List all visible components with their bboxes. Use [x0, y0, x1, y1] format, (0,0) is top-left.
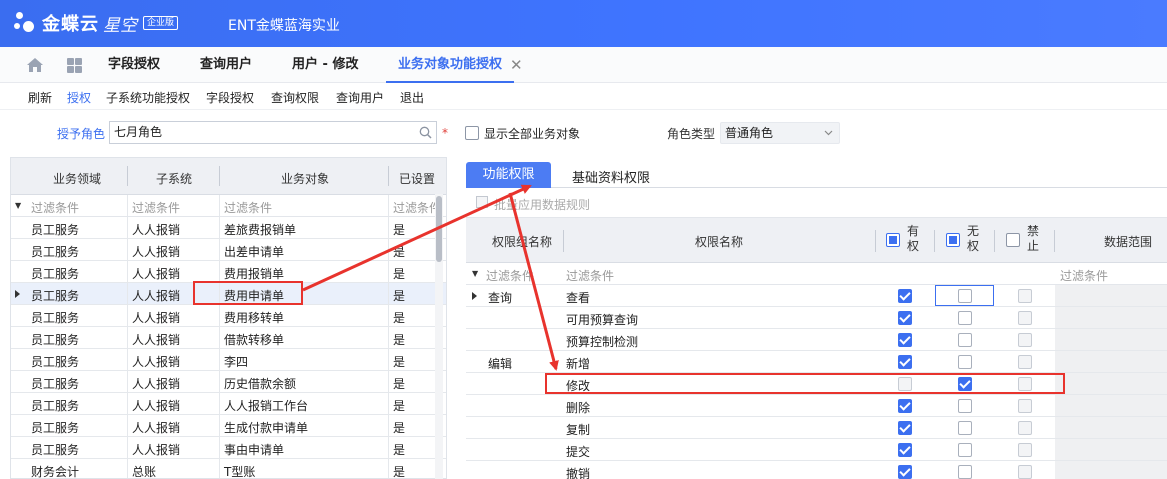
- annotation-arrows: [302, 184, 559, 371]
- arrow-to-tab: [302, 184, 532, 292]
- arrow-to-modify: [508, 192, 559, 371]
